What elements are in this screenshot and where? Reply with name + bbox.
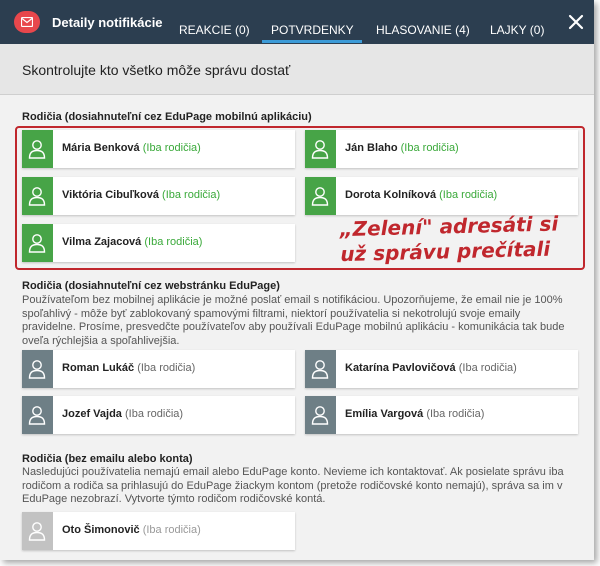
active-tab-indicator (262, 40, 362, 43)
recipient-card[interactable]: Jozef Vajda (Iba rodičia) (22, 396, 295, 434)
recipient-name: Emília Vargová (345, 408, 424, 420)
section-title-no-account: Rodičia (bez emailu alebo konta) (22, 453, 193, 465)
envelope-icon (14, 11, 40, 33)
tab-lajky[interactable]: LAJKY (0) (490, 23, 544, 37)
tab-reakcie[interactable]: REAKCIE (0) (179, 23, 250, 37)
section-title-mobile: Rodičia (dosiahnuteľní cez EduPage mobil… (22, 111, 312, 123)
section-description-web: Používateľom bez mobilnej aplikácie je m… (22, 294, 565, 347)
recipient-name: Jozef Vajda (62, 408, 122, 420)
recipient-label: Oto Šimonovič (Iba rodičia) (62, 524, 201, 536)
subheader-title: Skontrolujte kto všetko môže správu dost… (22, 62, 291, 78)
recipient-card[interactable]: Roman Lukáč (Iba rodičia) (22, 350, 295, 388)
recipient-role: (Iba rodičia) (458, 362, 517, 374)
dialog-header: Detaily notifikácie REAKCIE (0) POTVRDEN… (0, 0, 594, 44)
annotation-note: „Zelení" adresáti si už správu prečítali (339, 211, 582, 267)
user-icon (305, 396, 336, 434)
recipient-card[interactable]: Oto Šimonovič (Iba rodičia) (22, 512, 295, 550)
recipient-role: (Iba rodičia) (426, 408, 485, 420)
recipient-label: Katarína Pavlovičová (Iba rodičia) (345, 362, 517, 374)
recipient-name: Oto Šimonovič (62, 524, 140, 536)
recipient-role: (Iba rodičia) (137, 362, 196, 374)
recipient-label: Emília Vargová (Iba rodičia) (345, 408, 484, 420)
tab-potvrdenky[interactable]: POTVRDENKY (271, 23, 354, 37)
recipient-role: (Iba rodičia) (124, 408, 184, 420)
section-title-web: Rodičia (dosiahnuteľní cez webstránku Ed… (22, 280, 280, 292)
dialog-title: Detaily notifikácie (52, 15, 163, 30)
recipient-name: Roman Lukáč (62, 362, 135, 374)
section-description-no-account: Nasledujúci používatelia nemajú email al… (22, 466, 564, 505)
tab-hlasovanie[interactable]: HLASOVANIE (4) (376, 23, 470, 37)
recipient-card[interactable]: Emília Vargová (Iba rodičia) (305, 396, 578, 434)
notification-dialog: Detaily notifikácie REAKCIE (0) POTVRDEN… (0, 0, 594, 560)
user-icon (22, 396, 53, 434)
recipient-label: Roman Lukáč (Iba rodičia) (62, 362, 195, 374)
recipient-role: (Iba rodičia) (142, 524, 201, 536)
user-icon (305, 350, 336, 388)
recipient-label: Jozef Vajda (Iba rodičia) (62, 408, 183, 420)
recipient-card[interactable]: Katarína Pavlovičová (Iba rodičia) (305, 350, 578, 388)
user-icon (22, 512, 53, 550)
close-icon[interactable] (566, 12, 586, 32)
recipient-name: Katarína Pavlovičová (345, 362, 456, 374)
user-icon (22, 350, 53, 388)
subheader: Skontrolujte kto všetko môže správu dost… (0, 44, 594, 95)
